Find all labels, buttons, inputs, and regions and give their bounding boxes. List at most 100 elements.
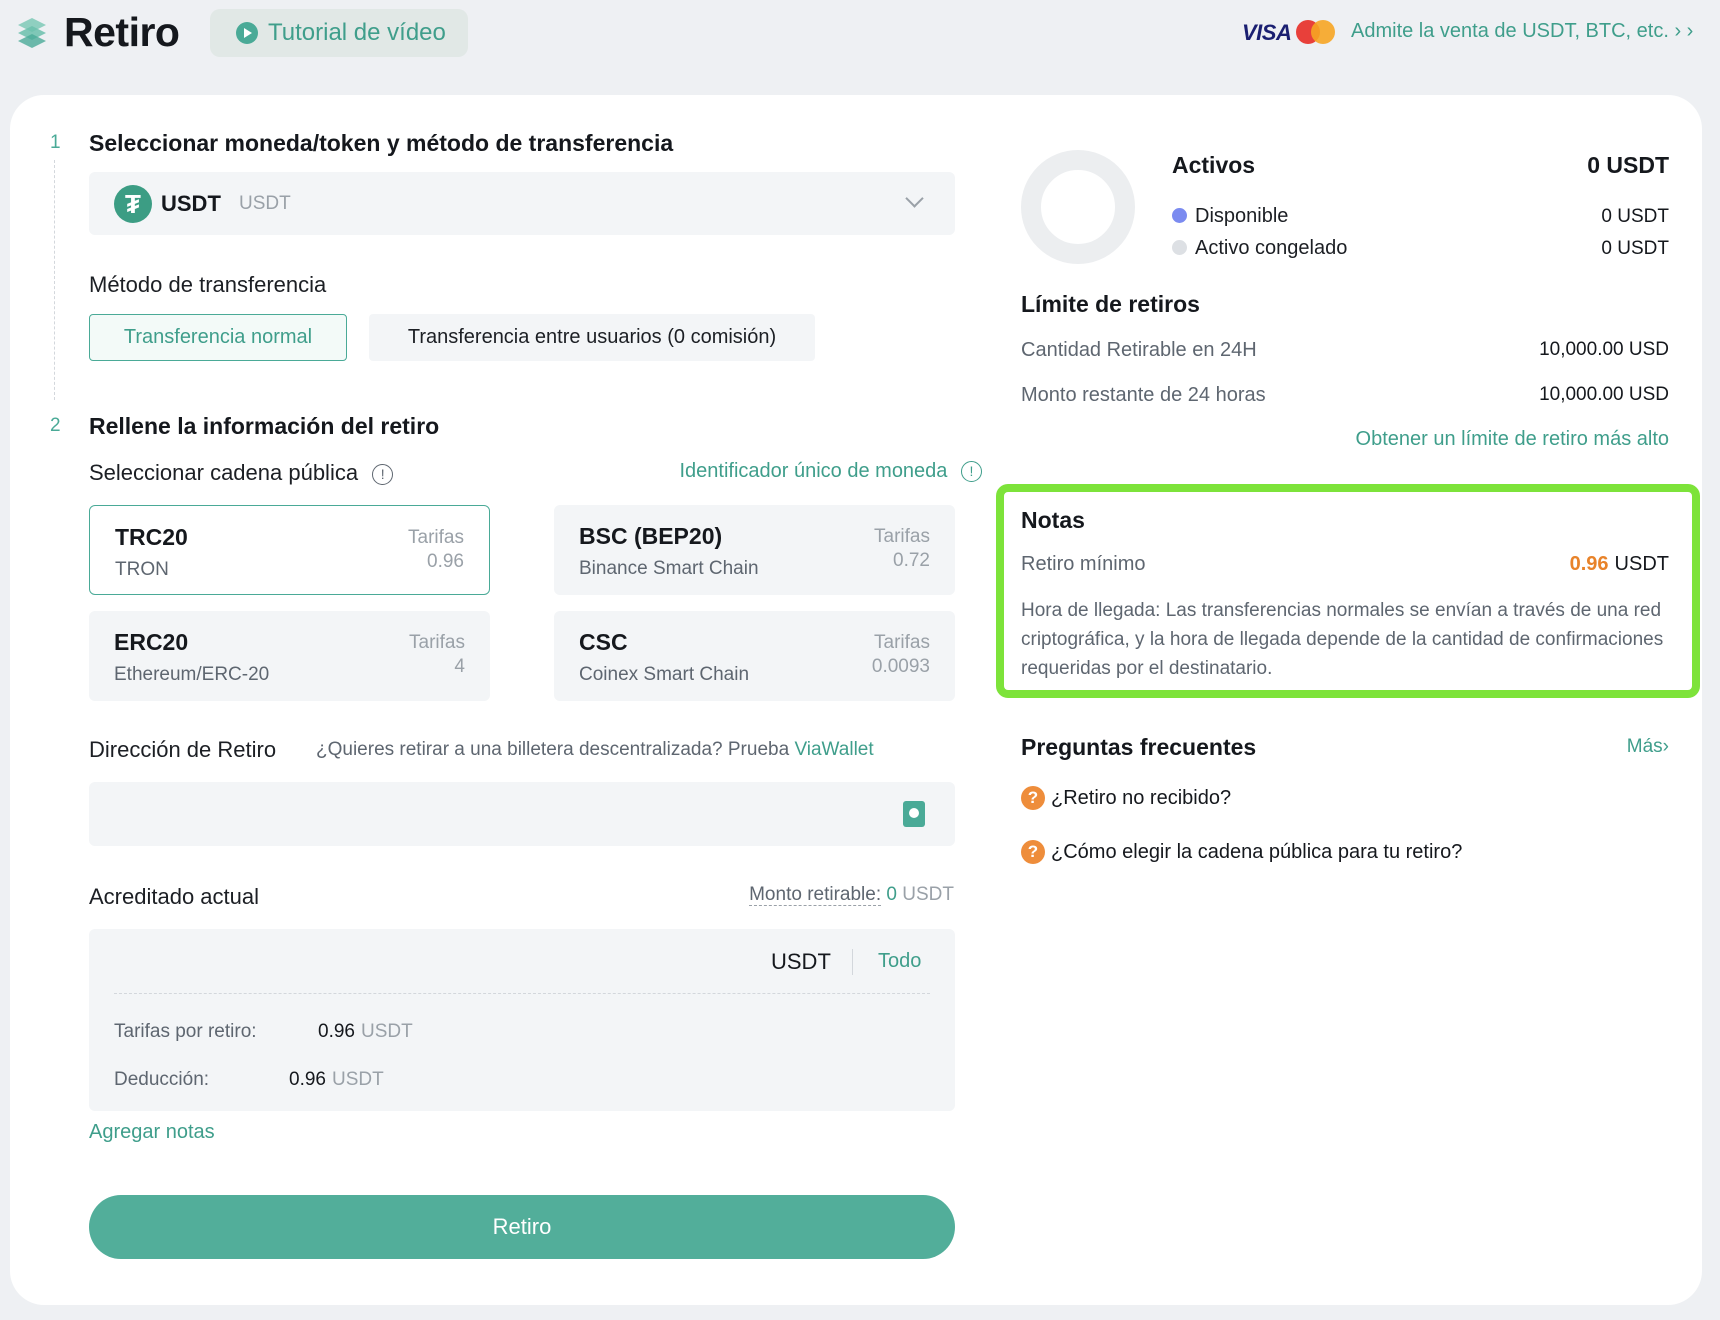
higher-limit-link[interactable]: Obtener un límite de retiro más alto — [1356, 428, 1669, 451]
amount-label: Acreditado actual — [89, 884, 259, 909]
deduction-label: Deducción: — [114, 1069, 210, 1090]
limits-title: Límite de retiros — [1021, 291, 1200, 317]
withdraw-address-label: Dirección de Retiro — [89, 737, 277, 762]
available-label: Disponible — [1195, 205, 1289, 227]
limit-24h-label: Cantidad Retirable en 24H — [1021, 339, 1257, 361]
min-withdraw-label: Retiro mínimo — [1021, 553, 1146, 575]
chain-option-erc20[interactable]: ERC20 Ethereum/ERC-20 Tarifas 4 — [89, 611, 490, 701]
video-tutorial-label: Tutorial de vídeo — [268, 19, 446, 46]
chain-fee-value: 0.0093 — [871, 656, 930, 677]
fee-value: 0.96 — [318, 1021, 355, 1042]
withdrawable-unit: USDT — [902, 884, 954, 905]
faq-title: Preguntas frecuentes — [1021, 734, 1257, 760]
chain-name: TRC20 — [115, 524, 188, 550]
chain-fee-value: 4 — [454, 656, 465, 677]
min-withdraw-unit: USDT — [1614, 553, 1669, 575]
arrival-time-note: Hora de llegada: Las transferencias norm… — [1021, 600, 1664, 679]
coin-subtitle: USDT — [239, 193, 291, 214]
amount-input[interactable]: USDT Todo Tarifas por retiro: 0.96 USDT De… — [89, 929, 955, 1111]
faq-question: ¿Retiro no recibido? — [1051, 786, 1232, 809]
page-title: Retiro — [64, 9, 180, 55]
coin-identifier-text: Identificador único de moneda — [679, 460, 948, 482]
frozen-label: Activo congelado — [1195, 237, 1348, 259]
frozen-dot — [1172, 240, 1187, 255]
question-icon: ? — [1021, 786, 1045, 810]
step-connector — [54, 160, 55, 400]
wallet-hint-text: ¿Quieres retirar a una billetera descent… — [316, 739, 790, 760]
divider — [114, 993, 930, 994]
info-icon: ! — [961, 461, 982, 483]
withdrawable-value: 0 — [886, 884, 897, 905]
viawallet-link[interactable]: ViaWallet — [794, 739, 873, 760]
coin-identifier-link[interactable]: Identificador único de moneda ! — [679, 460, 982, 483]
withdrawable-amount: Monto retirable: 0 USDT — [749, 884, 954, 906]
withdraw-address-input[interactable] — [89, 782, 955, 846]
chain-fee-value: 0.96 — [427, 551, 464, 572]
amount-currency: USDT — [771, 949, 831, 974]
coin-selector[interactable]: ₮ USDT USDT — [89, 172, 955, 235]
chain-select-label: Seleccionar cadena pública ! — [89, 460, 394, 486]
coin-symbol: USDT — [161, 191, 221, 216]
video-tutorial-button[interactable]: Tutorial de vídeo — [210, 9, 468, 57]
step-2-title: Rellene la información del retiro — [89, 413, 440, 439]
chevron-down-icon — [905, 189, 924, 208]
faq-question: ¿Cómo elegir la cadena pública para tu r… — [1051, 840, 1463, 863]
fee-unit: USDT — [360, 1021, 413, 1042]
visa-logo: VISA — [1242, 20, 1292, 45]
faq-item[interactable]: ? ¿Cómo elegir la cadena pública para tu… — [1021, 840, 1462, 864]
wallet-hint: ¿Quieres retirar a una billetera descent… — [316, 739, 874, 761]
chain-name: CSC — [579, 629, 628, 655]
fee-label: Tarifas por retiro: — [114, 1021, 257, 1042]
assets-total: 0 USDT — [1587, 152, 1669, 178]
chain-option-trc20[interactable]: TRC20 TRON Tarifas 0.96 — [89, 505, 490, 595]
add-notes-link[interactable]: Agregar notas — [89, 1121, 215, 1144]
transfer-method-label: Método de transferencia — [89, 272, 327, 297]
chain-fee-label: Tarifas — [874, 632, 930, 653]
chain-fee-label: Tarifas — [874, 526, 930, 547]
normal-transfer-button[interactable]: Transferencia normal — [89, 314, 347, 361]
chain-fullname: Binance Smart Chain — [579, 558, 759, 579]
all-button[interactable]: Todo — [878, 950, 921, 973]
faq-item[interactable]: ? ¿Retiro no recibido? — [1021, 786, 1231, 810]
chain-fee-label: Tarifas — [409, 632, 465, 653]
available-dot — [1172, 208, 1187, 223]
chain-select-text: Seleccionar cadena pública — [89, 460, 359, 485]
assets-donut-chart — [1021, 150, 1135, 264]
address-book-icon[interactable] — [903, 801, 925, 827]
mastercard-logo — [1296, 20, 1336, 44]
min-withdraw-value: 0.96 — [1569, 553, 1609, 575]
min-withdraw-amount: 0.96 USDT — [1570, 553, 1669, 576]
withdraw-button[interactable]: Retiro — [89, 1195, 955, 1259]
chain-name: ERC20 — [114, 629, 189, 655]
limit-24h-value: 10,000.00 USD — [1539, 339, 1669, 360]
deduction-unit: USDT — [331, 1069, 384, 1090]
chain-fee-value: 0.72 — [893, 550, 930, 571]
page-header: Retiro Tutorial de vídeo VISA Admite la … — [0, 0, 1720, 95]
sell-crypto-link[interactable]: Admite la venta de USDT, BTC, etc. › › — [1351, 20, 1693, 43]
question-icon: ? — [1021, 840, 1045, 864]
chain-fee-label: Tarifas — [408, 527, 464, 548]
info-icon[interactable]: ! — [372, 463, 394, 485]
limit-remaining-label: Monto restante de 24 horas — [1021, 384, 1266, 406]
chain-fullname: Coinex Smart Chain — [579, 664, 750, 685]
layers-logo-icon — [18, 18, 46, 48]
available-row: Disponible — [1172, 205, 1288, 228]
frozen-value: 0 USDT — [1601, 238, 1669, 259]
divider — [852, 949, 853, 975]
step-1-title: Seleccionar moneda/token y método de tra… — [89, 130, 674, 156]
play-icon — [236, 22, 258, 44]
withdrawable-label: Monto retirable: — [749, 884, 882, 906]
internal-transfer-button[interactable]: Transferencia entre usuarios (0 comisión… — [369, 314, 815, 361]
chain-option-bsc[interactable]: BSC (BEP20) Binance Smart Chain Tarifas … — [554, 505, 955, 595]
chain-option-csc[interactable]: CSC Coinex Smart Chain Tarifas 0.0093 — [554, 611, 955, 701]
chain-fullname: Ethereum/ERC-20 — [114, 664, 270, 685]
frozen-row: Activo congelado — [1172, 237, 1347, 260]
chain-name: BSC (BEP20) — [579, 523, 723, 549]
step-number-1: 1 — [50, 132, 61, 153]
available-value: 0 USDT — [1601, 206, 1669, 227]
notes-title: Notas — [1021, 507, 1085, 533]
assets-title: Activos — [1172, 152, 1256, 178]
fee-row: Tarifas por retiro: 0.96 USDT — [114, 1021, 413, 1043]
faq-more-link[interactable]: Más› — [1627, 736, 1669, 758]
limit-remaining-value: 10,000.00 USD — [1539, 384, 1669, 405]
